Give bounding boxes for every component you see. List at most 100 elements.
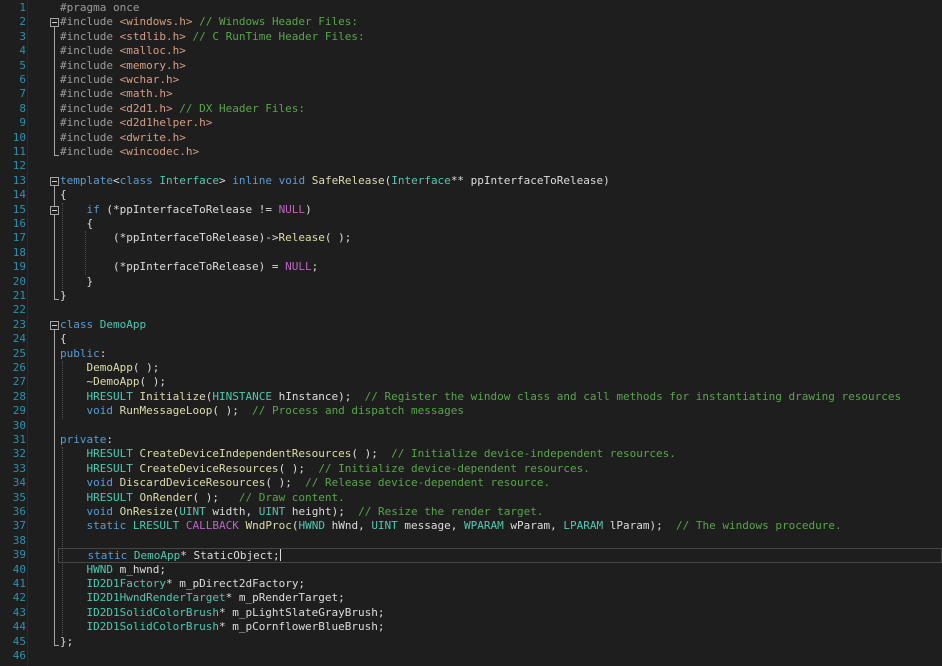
line-number: 28 xyxy=(12,389,26,403)
code-line[interactable]: template<class Interface> inline void Sa… xyxy=(60,174,610,188)
code-token: { xyxy=(60,188,67,202)
line-number: 5 xyxy=(19,58,26,72)
code-token: : xyxy=(99,346,107,360)
code-line[interactable]: { xyxy=(60,217,93,231)
code-line[interactable]: HRESULT Initialize(HINSTANCE hInstance);… xyxy=(60,389,902,404)
code-line[interactable]: #include <d2d1helper.h> xyxy=(60,116,212,130)
code-token: static xyxy=(87,549,128,563)
code-token: #include xyxy=(60,73,120,86)
code-line[interactable]: #include <malloc.h> xyxy=(60,44,186,58)
outline-rail-end xyxy=(54,155,59,156)
code-line[interactable]: ID2D1Factory* m_pDirect2dFactory; xyxy=(60,577,306,591)
code-token: ( ); xyxy=(132,361,160,374)
code-token: #pragma once xyxy=(60,1,140,14)
code-token: CreateDeviceResources xyxy=(139,461,279,475)
code-token: HRESULT xyxy=(86,447,133,461)
code-token: <memory.h> xyxy=(119,58,186,72)
code-line[interactable]: public: xyxy=(60,347,106,361)
code-line[interactable]: ~DemoApp( ); xyxy=(60,375,166,389)
code-token: ( ); xyxy=(324,231,352,245)
code-line[interactable]: #include <wincodec.h> xyxy=(60,145,199,159)
code-token: (*ppInterfaceToRelease != xyxy=(99,202,279,216)
code-token: // The windows procedure. xyxy=(676,519,842,533)
code-line[interactable]: }; xyxy=(60,635,73,649)
code-line[interactable]: HRESULT OnRender( ); // Draw content. xyxy=(60,491,345,505)
code-token: UINT xyxy=(258,505,286,518)
code-line[interactable]: #pragma once xyxy=(60,1,139,15)
line-number: 20 xyxy=(12,274,26,288)
code-line[interactable]: #include <stdlib.h> // C RunTime Header … xyxy=(60,30,365,44)
code-token: #include xyxy=(60,116,120,130)
code-line[interactable]: static LRESULT CALLBACK WndProc(HWND hWn… xyxy=(60,519,842,533)
line-number: 1 xyxy=(19,1,26,14)
code-line[interactable]: DemoApp( ); xyxy=(60,361,160,375)
code-token: #include xyxy=(60,58,120,72)
code-token: // Initialize device-dependent resources… xyxy=(318,461,590,475)
code-token: RunMessageLoop xyxy=(119,404,213,418)
indent-guide xyxy=(62,361,63,419)
code-token: HRESULT xyxy=(86,389,133,403)
code-token: <wincodec.h> xyxy=(119,145,200,158)
code-line[interactable]: #include <dwrite.h> xyxy=(60,131,186,145)
code-line[interactable]: ID2D1HwndRenderTarget* m_pRenderTarget; xyxy=(60,591,345,605)
line-number: 35 xyxy=(12,490,26,504)
code-token: static xyxy=(86,519,127,533)
code-line[interactable]: #include <wchar.h> xyxy=(60,73,179,87)
code-line[interactable]: void DiscardDeviceResources( ); // Relea… xyxy=(60,476,551,490)
code-line[interactable]: class DemoApp xyxy=(60,318,146,332)
outline-rail xyxy=(54,184,55,299)
line-number: 2 xyxy=(19,15,26,29)
code-line[interactable]: (*ppInterfaceToRelease) = NULL; xyxy=(60,260,318,274)
code-line[interactable]: HRESULT CreateDeviceIndependentResources… xyxy=(60,447,676,461)
code-token: HRESULT xyxy=(86,461,133,475)
code-line[interactable]: #include <windows.h> // Windows Header F… xyxy=(60,15,358,29)
code-line[interactable]: #include <math.h> xyxy=(60,87,173,101)
code-token: ID2D1Factory xyxy=(86,577,166,590)
code-line[interactable]: #include <d2d1.h> // DX Header Files: xyxy=(60,102,305,116)
code-line[interactable]: ID2D1SolidColorBrush* m_pLightSlateGrayB… xyxy=(60,606,385,620)
code-area[interactable]: #pragma once #include <windows.h> // Wind… xyxy=(28,0,942,666)
code-line[interactable]: (*ppInterfaceToRelease)->Release( ); xyxy=(60,231,351,245)
line-number: 19 xyxy=(12,260,26,274)
code-token: #include xyxy=(60,145,120,158)
line-number: 43 xyxy=(12,605,26,619)
code-line[interactable]: { xyxy=(60,332,67,346)
code-line[interactable]: ID2D1SolidColorBrush* m_pCornflowerBlueB… xyxy=(60,620,385,634)
code-token: : xyxy=(106,433,113,446)
line-number: 21 xyxy=(12,289,26,302)
code-token: void xyxy=(86,404,114,418)
text-caret xyxy=(279,549,281,562)
code-line[interactable]: static DemoApp* StaticObject; xyxy=(58,548,942,564)
code-line[interactable]: HRESULT CreateDeviceResources( ); // Ini… xyxy=(60,462,590,476)
code-line[interactable]: #include <memory.h> xyxy=(60,59,186,73)
code-line[interactable]: HWND m_hwnd; xyxy=(60,563,166,577)
code-token: * m_pRenderTarget; xyxy=(225,591,345,605)
code-line[interactable]: void OnResize(UINT width, UINT height); … xyxy=(60,505,544,519)
line-number: 37 xyxy=(12,519,26,533)
outline-rail-end xyxy=(54,299,59,300)
code-line[interactable]: private: xyxy=(60,433,113,447)
code-line[interactable]: } xyxy=(60,289,67,303)
code-token: ~ xyxy=(60,375,94,389)
code-token: if xyxy=(86,202,100,216)
collapse-icon[interactable] xyxy=(50,205,59,215)
code-token: message, xyxy=(397,519,465,533)
code-line[interactable]: void RunMessageLoop( ); // Process and d… xyxy=(60,404,465,418)
code-token: wParam, xyxy=(503,519,564,533)
line-number: 3 xyxy=(19,29,26,43)
code-token: ( ); xyxy=(212,404,253,418)
code-token: hWnd, xyxy=(324,519,372,533)
code-line[interactable]: if (*ppInterfaceToRelease != NULL) xyxy=(60,203,312,217)
code-line[interactable]: { xyxy=(60,188,67,202)
code-editor[interactable]: 1 2 3 4 5 6 7 8 9 10 11 12 13 14 15 16 17 18 19 20 21 22 23 24 2… xyxy=(0,0,942,666)
code-line[interactable]: } xyxy=(60,275,93,289)
code-token: <wchar.h> xyxy=(119,73,180,86)
